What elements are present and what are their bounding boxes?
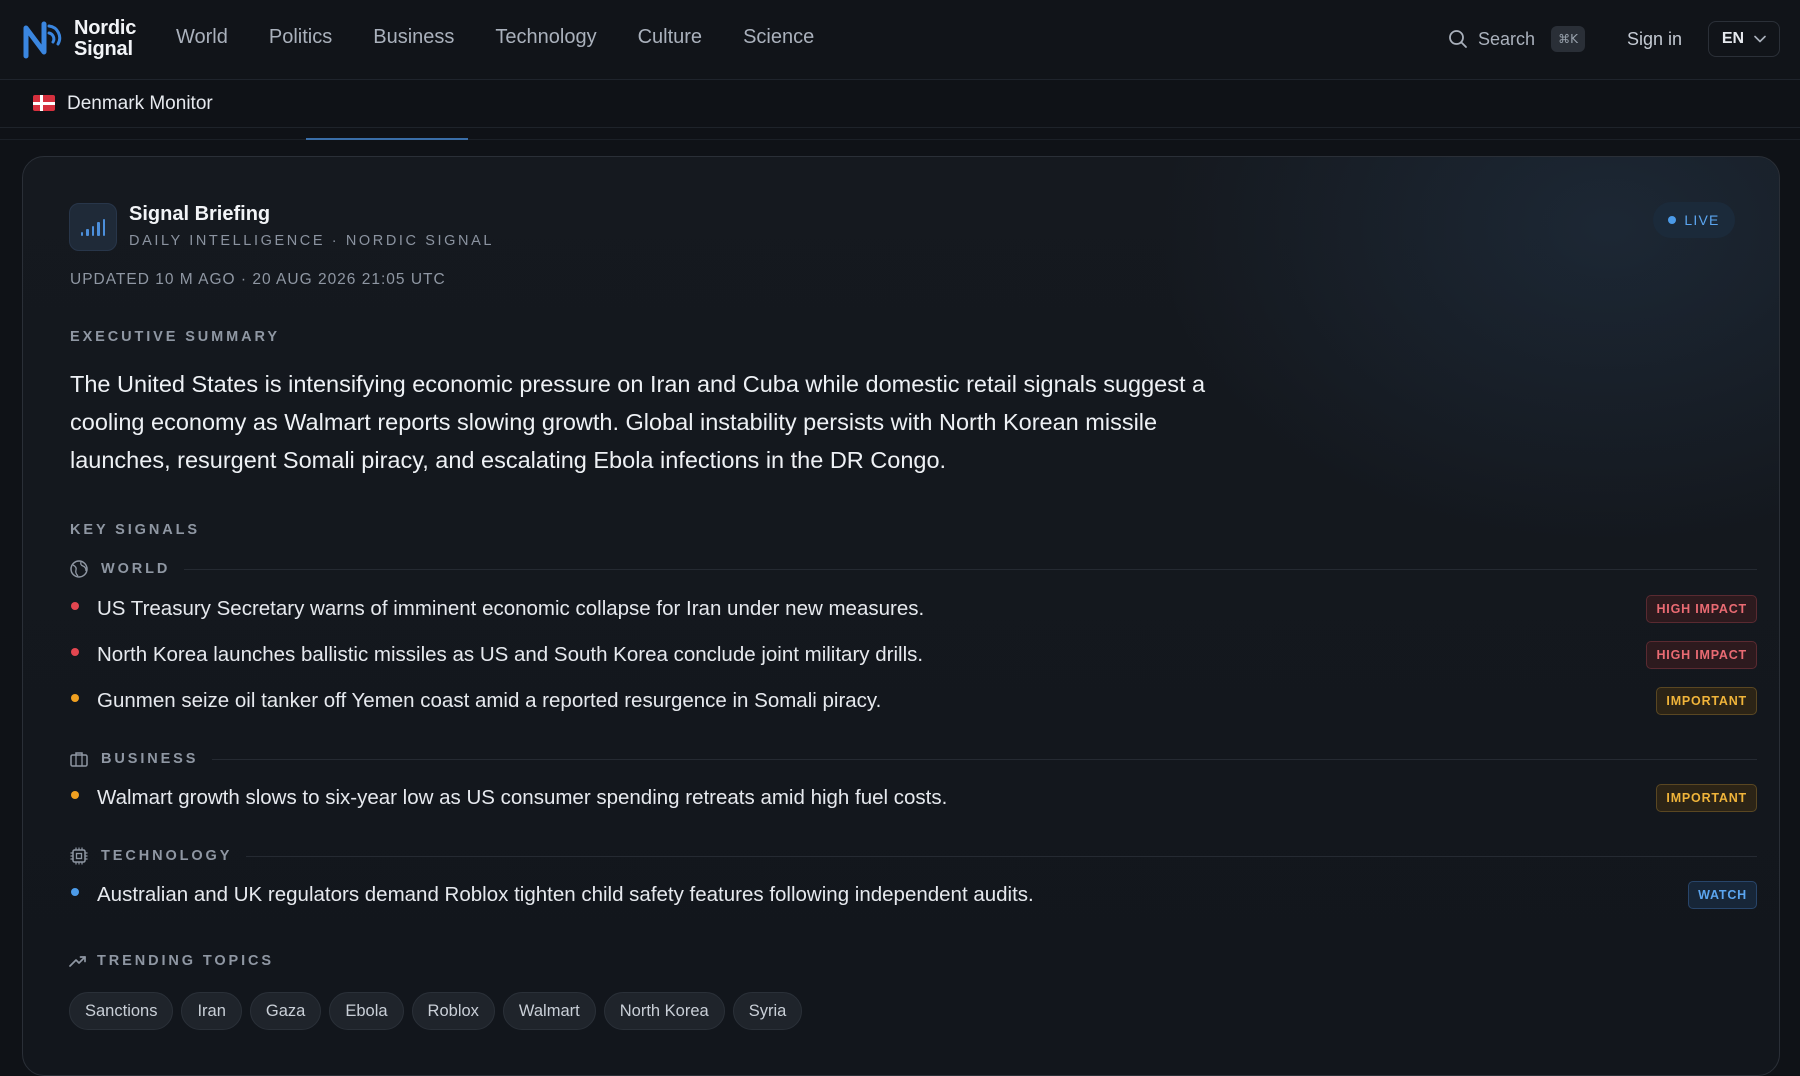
nav-item-culture[interactable]: Culture xyxy=(638,26,702,49)
live-dot-icon xyxy=(1668,216,1677,224)
nav-item-politics[interactable]: Politics xyxy=(269,26,332,49)
topic-chip[interactable]: Walmart xyxy=(502,992,596,1030)
denmark-flag-icon xyxy=(33,95,55,111)
category-divider xyxy=(212,758,1757,760)
high-impact-dot-icon xyxy=(71,648,79,656)
globe-icon xyxy=(70,560,88,578)
nav-item-business[interactable]: Business xyxy=(373,26,454,49)
category-divider xyxy=(184,568,1757,570)
updated-timestamp: UPDATED 10 M AGO · 20 AUG 2026 21:05 UTC xyxy=(70,271,446,288)
topic-chip[interactable]: North Korea xyxy=(603,992,725,1030)
briefcase-icon xyxy=(70,752,88,767)
chip-icon xyxy=(70,847,88,865)
signal-text: Gunmen seize oil tanker off Yemen coast … xyxy=(97,689,882,712)
section-bar: Denmark Monitor xyxy=(0,80,1800,128)
signal-bars-icon xyxy=(69,203,117,251)
topic-chip[interactable]: Iran xyxy=(181,992,242,1030)
executive-summary-heading: EXECUTIVE SUMMARY xyxy=(70,329,280,345)
trending-topics-heading: TRENDING TOPICS xyxy=(69,953,274,969)
chevron-down-icon xyxy=(1754,35,1766,43)
topic-chip[interactable]: Gaza xyxy=(249,992,322,1030)
key-signals-heading: KEY SIGNALS xyxy=(70,522,200,538)
signal-text: Australian and UK regulators demand Robl… xyxy=(97,883,1034,906)
main-nav: World Politics Business Technology Cultu… xyxy=(176,26,814,49)
nav-item-science[interactable]: Science xyxy=(743,26,814,49)
section-title[interactable]: Denmark Monitor xyxy=(67,93,213,115)
impact-badge: HIGH IMPACT xyxy=(1646,595,1757,623)
topic-chip[interactable]: Syria xyxy=(732,992,803,1030)
signal-item[interactable]: North Korea launches ballistic missiles … xyxy=(69,640,1757,670)
executive-summary-text: The United States is intensifying econom… xyxy=(70,371,1206,473)
category-technology: TECHNOLOGY xyxy=(69,846,1757,866)
brand-name: Nordic Signal xyxy=(74,18,136,60)
category-business: BUSINESS xyxy=(69,749,1757,769)
topic-chip[interactable]: Ebola xyxy=(329,992,404,1030)
logo-icon xyxy=(23,21,62,59)
trending-topics-list: Sanctions Iran Gaza Ebola Roblox Walmart… xyxy=(69,992,803,1030)
impact-badge: IMPORTANT xyxy=(1656,784,1757,812)
brand-name-line1: Nordic xyxy=(74,17,137,39)
important-dot-icon xyxy=(71,694,79,702)
watch-dot-icon xyxy=(71,888,79,896)
language-value: EN xyxy=(1721,30,1745,47)
sign-in-link[interactable]: Sign in xyxy=(1627,29,1682,50)
signal-item[interactable]: Gunmen seize oil tanker off Yemen coast … xyxy=(69,686,1757,716)
briefing-subtitle: DAILY INTELLIGENCE · NORDIC SIGNAL xyxy=(129,233,495,249)
search-icon xyxy=(1449,30,1467,48)
signal-briefing-card: Signal Briefing DAILY INTELLIGENCE · NOR… xyxy=(22,156,1780,1076)
category-business-label: BUSINESS xyxy=(101,751,199,767)
brand-name-line2: Signal xyxy=(74,38,133,60)
nav-item-world[interactable]: World xyxy=(176,26,228,49)
signal-item[interactable]: US Treasury Secretary warns of imminent … xyxy=(69,594,1757,624)
trending-topics-label: TRENDING TOPICS xyxy=(97,953,274,969)
impact-badge: HIGH IMPACT xyxy=(1646,641,1757,669)
search-label: Search xyxy=(1478,28,1536,49)
live-badge: LIVE xyxy=(1653,202,1735,238)
category-world: WORLD xyxy=(69,559,1757,579)
category-technology-label: TECHNOLOGY xyxy=(101,848,233,864)
signal-text: Walmart growth slows to six-year low as … xyxy=(97,786,948,809)
topic-chip[interactable]: Roblox xyxy=(411,992,495,1030)
category-divider xyxy=(246,855,1757,857)
trending-up-icon xyxy=(69,956,86,967)
category-world-label: WORLD xyxy=(101,561,171,577)
impact-badge: WATCH xyxy=(1688,881,1757,909)
header-actions: Search ⌘K Sign in EN xyxy=(1448,21,1780,57)
high-impact-dot-icon xyxy=(71,602,79,610)
top-navigation-bar: Nordic Signal World Politics Business Te… xyxy=(0,0,1800,80)
nav-item-technology[interactable]: Technology xyxy=(495,26,596,49)
impact-badge: IMPORTANT xyxy=(1656,687,1757,715)
important-dot-icon xyxy=(71,791,79,799)
tab-divider xyxy=(0,139,1800,140)
brand-logo[interactable]: Nordic Signal xyxy=(22,18,136,60)
signal-text: North Korea launches ballistic missiles … xyxy=(97,643,924,666)
live-label: LIVE xyxy=(1684,212,1720,228)
language-selector[interactable]: EN xyxy=(1708,21,1780,57)
signal-item[interactable]: Walmart growth slows to six-year low as … xyxy=(69,783,1757,813)
search-shortcut: ⌘K xyxy=(1551,26,1585,52)
signal-item[interactable]: Australian and UK regulators demand Robl… xyxy=(69,880,1757,910)
search-button[interactable]: Search ⌘K xyxy=(1448,26,1585,52)
active-tab-indicator xyxy=(306,138,468,140)
briefing-title: Signal Briefing xyxy=(129,203,271,225)
topic-chip[interactable]: Sanctions xyxy=(69,992,174,1030)
signal-text: US Treasury Secretary warns of imminent … xyxy=(97,597,925,620)
